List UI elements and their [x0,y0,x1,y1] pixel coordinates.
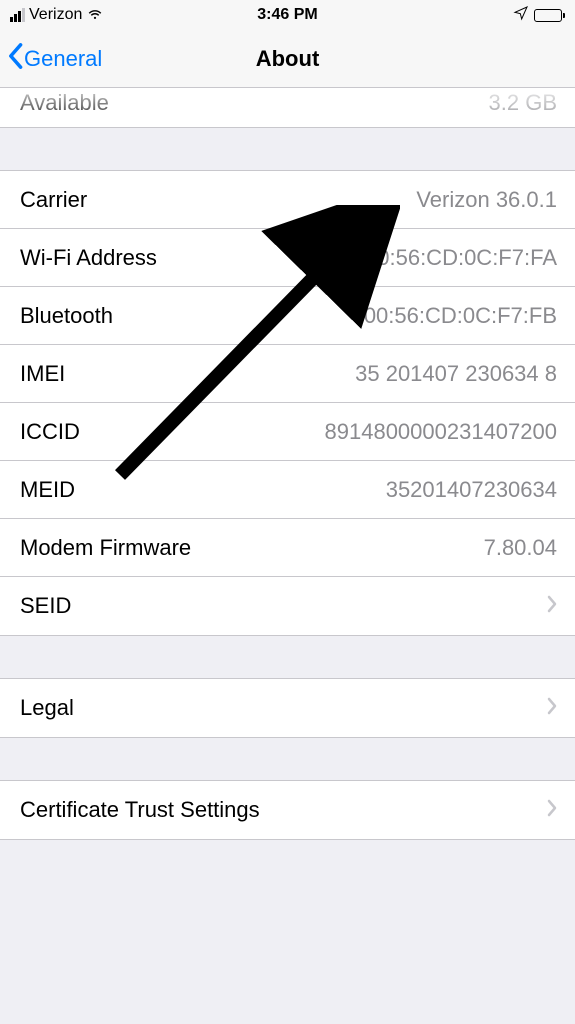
row-value: 35 201407 230634 8 [355,361,557,387]
cert-group: Certificate Trust Settings [0,780,575,840]
row-bluetooth: Bluetooth 00:56:CD:0C:F7:FB [0,287,575,345]
chevron-right-icon [547,797,557,823]
row-wi-fi-address: Wi-Fi Address 00:56:CD:0C:F7:FA [0,229,575,287]
navigation-bar: General About [0,30,575,88]
carrier-name: Verizon [29,6,82,24]
row-label: Legal [20,695,74,721]
row-meid: MEID 35201407230634 [0,461,575,519]
wifi-icon [86,4,104,27]
row-iccid: ICCID 8914800000231407200 [0,403,575,461]
chevron-right-icon [547,695,557,721]
row-value: Verizon 36.0.1 [416,187,557,213]
row-legal[interactable]: Legal [0,679,575,737]
row-certificate-trust-settings[interactable]: Certificate Trust Settings [0,781,575,839]
chevron-left-icon [6,42,24,76]
row-label: IMEI [20,361,65,387]
row-label: ICCID [20,419,80,445]
row-modem-firmware: Modem Firmware 7.80.04 [0,519,575,577]
row-label: Carrier [20,187,87,213]
row-available: Available 3.2 GB [0,88,575,128]
row-label: Available [20,90,109,116]
row-value: 3.2 GB [489,90,557,116]
row-value: 8914800000231407200 [325,419,557,445]
row-carrier: Carrier Verizon 36.0.1 [0,171,575,229]
row-label: SEID [20,593,71,619]
cellular-signal-icon [10,8,25,22]
row-imei: IMEI 35 201407 230634 8 [0,345,575,403]
status-time: 3:46 PM [257,6,317,24]
row-value: 00:56:CD:0C:F7:FB [364,303,557,329]
legal-group: Legal [0,678,575,738]
status-left: Verizon [10,4,104,27]
device-info-group: Carrier Verizon 36.0.1 Wi-Fi Address 00:56:… [0,170,575,636]
back-button[interactable]: General [0,42,102,76]
row-label: Bluetooth [20,303,113,329]
row-seid[interactable]: SEID [0,577,575,635]
row-label: Certificate Trust Settings [20,797,260,823]
back-label: General [24,46,102,72]
content-scroll[interactable]: Available 3.2 GB Carrier Verizon 36.0.1 Wi… [0,88,575,840]
row-value: 7.80.04 [484,535,557,561]
row-value: 35201407230634 [386,477,557,503]
page-title: About [256,46,320,72]
battery-icon [534,9,565,22]
chevron-right-icon [547,593,557,619]
row-label: Modem Firmware [20,535,191,561]
row-label: Wi-Fi Address [20,245,157,271]
location-icon [513,5,529,26]
row-value: 00:56:CD:0C:F7:FA [365,245,557,271]
row-label: MEID [20,477,75,503]
status-bar: Verizon 3:46 PM [0,0,575,30]
status-right [513,5,565,26]
